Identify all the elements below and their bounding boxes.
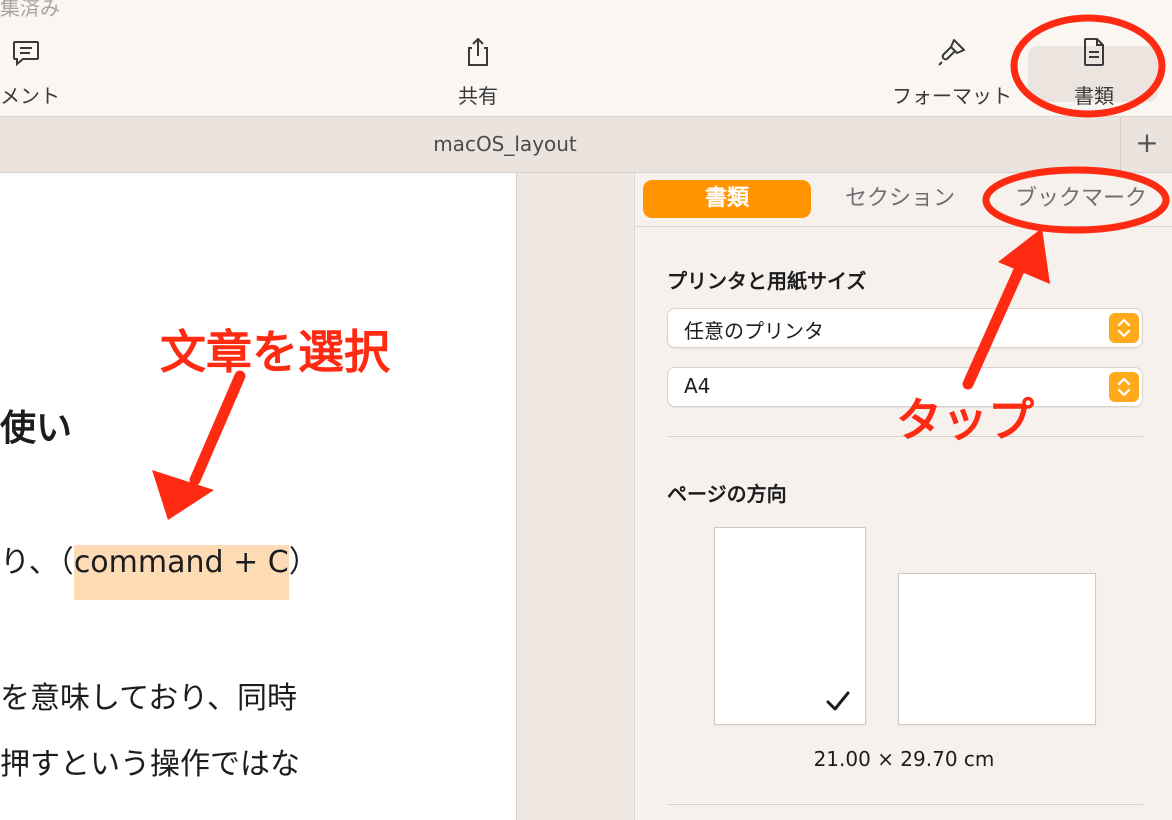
annotation-arrow-tap: [962, 228, 1050, 390]
annotation-tap-label: タップ: [896, 393, 1034, 447]
annotation-circle-document: [1010, 14, 1166, 118]
annotation-circle-bookmark: [982, 166, 1170, 234]
annotation-select-label: 文章を選択: [160, 325, 390, 379]
annotation-arrow-select: [152, 370, 246, 520]
